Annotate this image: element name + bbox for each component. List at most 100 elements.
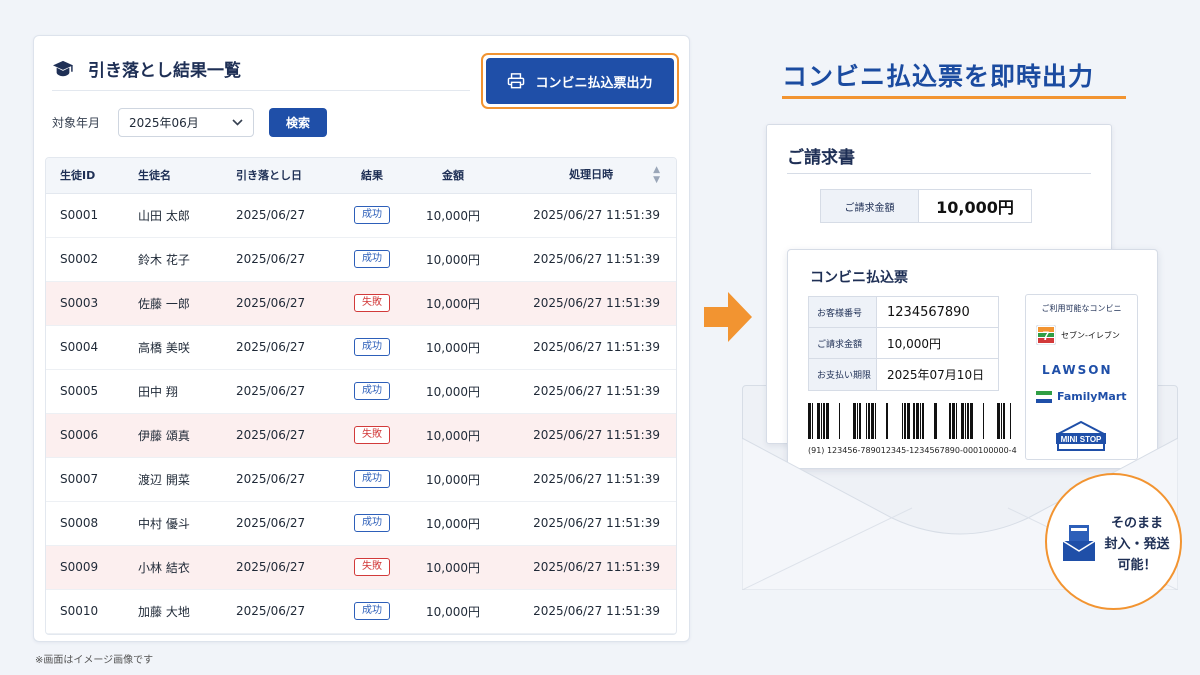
cell-student-id: S0009 [60, 560, 99, 574]
cell-result: 成功 [336, 237, 408, 281]
cell-debit-date: 2025/06/27 [236, 472, 306, 486]
slip-row-customer: お客様番号 1234567890 [809, 297, 998, 328]
header-student-id[interactable]: 生徒ID [46, 158, 126, 194]
cell-result: 失敗 [336, 545, 408, 589]
table-row[interactable]: S0004 高橋 美咲 2025/06/27 成功 10,000円 2025/06/27 … [46, 325, 676, 369]
table-row[interactable]: S0003 佐藤 一郎 2025/06/27 失敗 10,000円 2025/06/27 … [46, 281, 676, 325]
barcode-bar [913, 403, 915, 439]
barcode-bar [817, 403, 820, 439]
barcode-bar [970, 403, 973, 439]
cell-result: 成功 [336, 501, 408, 545]
cell-result: 成功 [336, 589, 408, 633]
table-row[interactable]: S0002 鈴木 花子 2025/06/27 成功 10,000円 2025/06/27 … [46, 237, 676, 281]
barcode-bar [961, 403, 964, 439]
slip-info-table: お客様番号 1234567890 ご請求金額 10,000円 お支払い期限 20… [808, 296, 999, 391]
barcode-bar [1010, 403, 1011, 439]
cell-debit-date: 2025/06/27 [236, 340, 306, 354]
cell-processed-at: 2025/06/27 11:51:39 [533, 428, 660, 442]
barcode-bar [965, 403, 966, 439]
status-badge: 成功 [354, 470, 390, 488]
arrow-right-icon [704, 292, 752, 342]
cell-amount: 10,000円 [426, 208, 480, 223]
cell-debit-date: 2025/06/27 [236, 384, 306, 398]
barcode-bar [952, 403, 955, 439]
cell-student-id: S0003 [60, 296, 99, 310]
results-table: 生徒ID 生徒名 引き落とし日 結果 金額 処理日時 ▲ ▼ S0001 山田 太郎 2… [45, 157, 677, 635]
cell-amount: 10,000円 [426, 428, 480, 443]
target-month-select[interactable]: 2025年06月 [118, 108, 254, 137]
cell-student-name: 渡辺 開菜 [138, 472, 190, 487]
header-processed-at[interactable]: 処理日時 ▲ ▼ [498, 158, 676, 194]
slip-row-amount: ご請求金額 10,000円 [809, 328, 998, 359]
cell-amount: 10,000円 [426, 340, 480, 355]
print-button-label: コンビニ払込票出力 [535, 75, 653, 91]
callout-line-2: 封入・発送 [1104, 537, 1170, 552]
barcode-bar [934, 403, 937, 439]
header-student-name[interactable]: 生徒名 [126, 158, 230, 194]
barcode-bar [907, 403, 910, 439]
chevron-down-icon [232, 119, 243, 126]
table-row[interactable]: S0010 加藤 大地 2025/06/27 成功 10,000円 2025/06/27 … [46, 589, 676, 633]
convenience-payment-slip: コンビニ払込票 お客様番号 1234567890 ご請求金額 10,000円 お… [787, 249, 1158, 469]
seven-eleven-label: セブン-イレブン [1061, 330, 1120, 340]
cell-student-id: S0007 [60, 472, 99, 486]
status-badge: 成功 [354, 250, 390, 268]
slip-title: コンビニ払込票 [810, 270, 908, 286]
print-button-highlight: コンビニ払込票出力 [481, 53, 679, 109]
barcode [808, 403, 1011, 439]
barcode-bar [871, 403, 874, 439]
familymart-label: FamilyMart [1057, 390, 1127, 403]
cell-student-id: S0010 [60, 604, 99, 618]
table-row[interactable]: S0007 渡辺 開菜 2025/06/27 成功 10,000円 2025/06/27 … [46, 457, 676, 501]
table-row[interactable]: S0005 田中 翔 2025/06/27 成功 10,000円 2025/06/27 1… [46, 369, 676, 413]
cell-debit-date: 2025/06/27 [236, 296, 306, 310]
invoice-title: ご請求書 [787, 148, 855, 168]
cell-debit-date: 2025/06/27 [236, 208, 306, 222]
cell-student-id: S0002 [60, 252, 99, 266]
cell-amount: 10,000円 [426, 560, 480, 575]
seal-and-send-callout: そのまま 封入・発送 可能！ [1045, 473, 1182, 610]
cell-processed-at: 2025/06/27 11:51:39 [533, 472, 660, 486]
barcode-bar [866, 403, 867, 439]
cell-processed-at: 2025/06/27 11:51:39 [533, 252, 660, 266]
store-familymart: FamilyMart [1036, 390, 1127, 403]
cell-processed-at: 2025/06/27 11:51:39 [533, 604, 660, 618]
cell-processed-at: 2025/06/27 11:51:39 [533, 340, 660, 354]
results-panel: 引き落とし結果一覧 コンビニ払込票出力 対象年月 2025年06月 検索 生徒I… [33, 35, 690, 642]
invoice-amount-box: ご請求金額 10,000円 [820, 189, 1032, 223]
status-badge: 成功 [354, 602, 390, 620]
barcode-bar [916, 403, 919, 439]
sort-icon[interactable]: ▲ ▼ [653, 165, 660, 185]
header-amount[interactable]: 金額 [408, 158, 498, 194]
cell-processed-at: 2025/06/27 11:51:39 [533, 516, 660, 530]
table-row[interactable]: S0006 伊藤 頌真 2025/06/27 失敗 10,000円 2025/06/27 … [46, 413, 676, 457]
barcode-bar [868, 403, 870, 439]
barcode-bar [997, 403, 1000, 439]
cell-student-name: 伊藤 頌真 [138, 428, 190, 443]
table-row[interactable]: S0009 小林 結衣 2025/06/27 失敗 10,000円 2025/06/27 … [46, 545, 676, 589]
table-header-row: 生徒ID 生徒名 引き落とし日 結果 金額 処理日時 ▲ ▼ [46, 158, 676, 194]
convenience-slip-print-button[interactable]: コンビニ払込票出力 [486, 58, 674, 104]
header-debit-date[interactable]: 引き落とし日 [230, 158, 336, 194]
barcode-bar [904, 403, 906, 439]
barcode-bar [886, 403, 888, 439]
barcode-bar [859, 403, 861, 439]
barcode-number: (91) 123456-789012345-1234567890-0001000… [808, 446, 1017, 455]
barcode-bar [823, 403, 825, 439]
status-badge: 成功 [354, 382, 390, 400]
package-icon [1062, 525, 1096, 561]
cell-student-name: 小林 結衣 [138, 560, 190, 575]
seven-eleven-logo-icon: 7 [1036, 325, 1056, 345]
barcode-bar [983, 403, 984, 439]
table-row[interactable]: S0008 中村 優斗 2025/06/27 成功 10,000円 2025/06/27 … [46, 501, 676, 545]
slip-amount-label: ご請求金額 [809, 328, 877, 358]
table-row[interactable]: S0001 山田 太郎 2025/06/27 成功 10,000円 2025/06/27 … [46, 193, 676, 237]
cell-debit-date: 2025/06/27 [236, 604, 306, 618]
cell-amount: 10,000円 [426, 604, 480, 619]
search-button[interactable]: 検索 [269, 108, 327, 137]
callout-line-3: 可能！ [1117, 558, 1157, 573]
cell-student-name: 中村 優斗 [138, 516, 190, 531]
header-result[interactable]: 結果 [336, 158, 408, 194]
barcode-bar [826, 403, 829, 439]
status-badge: 失敗 [354, 426, 390, 444]
